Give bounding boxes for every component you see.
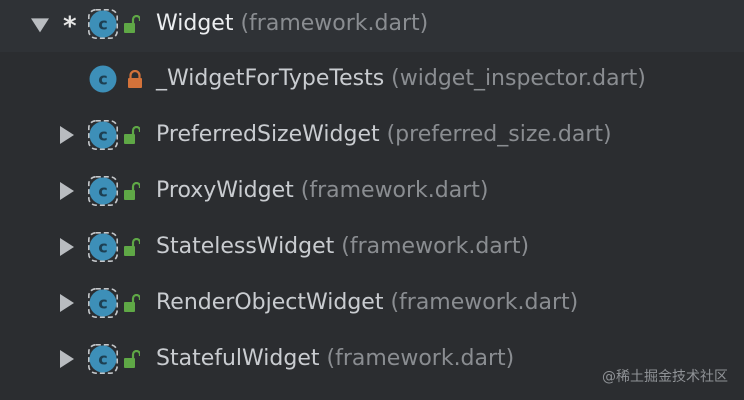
file-name: (framework.dart) <box>383 290 579 315</box>
tree-row-widget-for-type-tests[interactable]: _WidgetForTypeTests (widget_inspector.da… <box>0 51 744 107</box>
tree-row-label: StatefulWidget (framework.dart) <box>156 348 514 370</box>
class-icon <box>88 9 118 39</box>
expanded-arrow-icon[interactable] <box>31 18 49 33</box>
tree-row-widget[interactable]: * Widget (framework.dart) <box>0 0 744 52</box>
tree-row-label: Widget (framework.dart) <box>156 13 428 35</box>
tree-row-label: StatelessWidget (framework.dart) <box>156 236 529 258</box>
tree-row-stateless-widget[interactable]: StatelessWidget (framework.dart) <box>0 219 744 275</box>
public-unlocked-icon <box>124 350 140 368</box>
file-name: (framework.dart) <box>233 11 429 36</box>
collapsed-arrow-icon[interactable] <box>60 294 74 312</box>
public-unlocked-icon <box>124 126 140 144</box>
file-name: (widget_inspector.dart) <box>384 66 646 91</box>
class-icon <box>88 344 118 374</box>
public-unlocked-icon <box>124 182 140 200</box>
class-icon <box>88 120 118 150</box>
class-name: Widget <box>156 11 234 36</box>
watermark: @稀土掘金技术社区 <box>602 369 728 385</box>
file-name: (framework.dart) <box>319 346 515 371</box>
class-icon <box>88 176 118 206</box>
collapsed-arrow-icon[interactable] <box>60 126 74 144</box>
file-name: (framework.dart) <box>334 234 530 259</box>
class-name: StatelessWidget <box>156 234 335 259</box>
class-name: PreferredSizeWidget <box>156 122 380 147</box>
tree-row-preferred-size-widget[interactable]: PreferredSizeWidget (preferred_size.dart… <box>0 107 744 163</box>
class-name: RenderObjectWidget <box>156 290 384 315</box>
tree-row-label: ProxyWidget (framework.dart) <box>156 180 489 202</box>
tree-row-label: RenderObjectWidget (framework.dart) <box>156 292 578 314</box>
collapsed-arrow-icon[interactable] <box>60 238 74 256</box>
tree-row-label: PreferredSizeWidget (preferred_size.dart… <box>156 124 612 146</box>
file-name: (framework.dart) <box>293 178 489 203</box>
type-hierarchy-tree: * Widget (framework.dart) _WidgetForType… <box>0 0 744 400</box>
collapsed-arrow-icon[interactable] <box>60 350 74 368</box>
file-name: (preferred_size.dart) <box>379 122 612 147</box>
private-lock-icon <box>127 70 143 88</box>
class-icon <box>88 288 118 318</box>
public-unlocked-icon <box>124 15 140 33</box>
class-name: _WidgetForTypeTests <box>156 66 385 91</box>
tree-row-render-object-widget[interactable]: RenderObjectWidget (framework.dart) <box>0 275 744 331</box>
current-class-marker: * <box>63 11 77 42</box>
tree-row-label: _WidgetForTypeTests (widget_inspector.da… <box>156 68 646 90</box>
class-name: ProxyWidget <box>156 178 294 203</box>
class-name: StatefulWidget <box>156 346 320 371</box>
public-unlocked-icon <box>124 294 140 312</box>
class-icon <box>88 232 118 262</box>
collapsed-arrow-icon[interactable] <box>60 182 74 200</box>
public-unlocked-icon <box>124 238 140 256</box>
tree-row-proxy-widget[interactable]: ProxyWidget (framework.dart) <box>0 163 744 219</box>
class-icon <box>88 64 118 94</box>
